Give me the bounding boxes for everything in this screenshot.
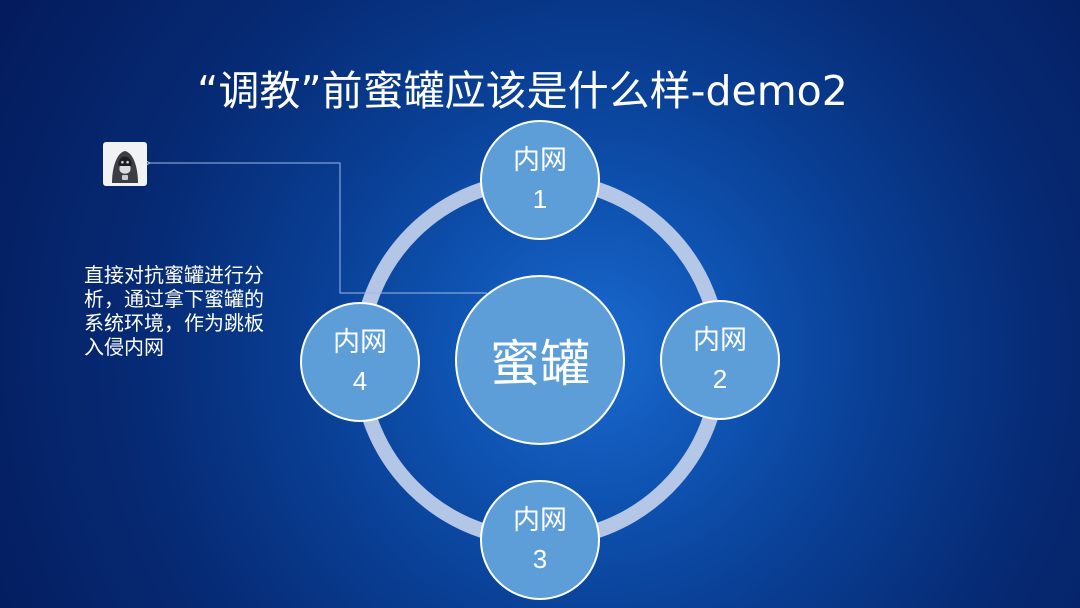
- intranet-node-label: 内网: [693, 325, 747, 356]
- honeypot-label: 蜜罐: [490, 335, 590, 393]
- honeypot-center-node: 蜜罐: [455, 275, 625, 445]
- attack-description: 直接对抗蜜罐进行分析，通过拿下蜜罐的系统环境，作为跳板入侵内网: [84, 263, 264, 359]
- intranet-node-label: 内网: [513, 145, 567, 176]
- intranet-node-3: 内网 3: [480, 480, 600, 600]
- hacker-icon: [103, 142, 147, 186]
- intranet-node-number: 1: [532, 184, 548, 214]
- intranet-node-label: 内网: [333, 327, 387, 358]
- slide: “调教”前蜜罐应该是什么样-demo2 直接对抗蜜罐进行分析，通过拿下蜜罐的系统…: [0, 0, 1080, 608]
- slide-title: “调教”前蜜罐应该是什么样-demo2: [197, 67, 848, 115]
- intranet-node-2: 内网 2: [660, 300, 780, 420]
- intranet-node-label: 内网: [513, 505, 567, 536]
- intranet-node-4: 内网 4: [300, 302, 420, 422]
- intranet-node-1: 内网 1: [480, 120, 600, 240]
- intranet-node-number: 3: [532, 544, 548, 574]
- intranet-node-number: 4: [352, 366, 368, 396]
- intranet-node-number: 2: [712, 364, 728, 394]
